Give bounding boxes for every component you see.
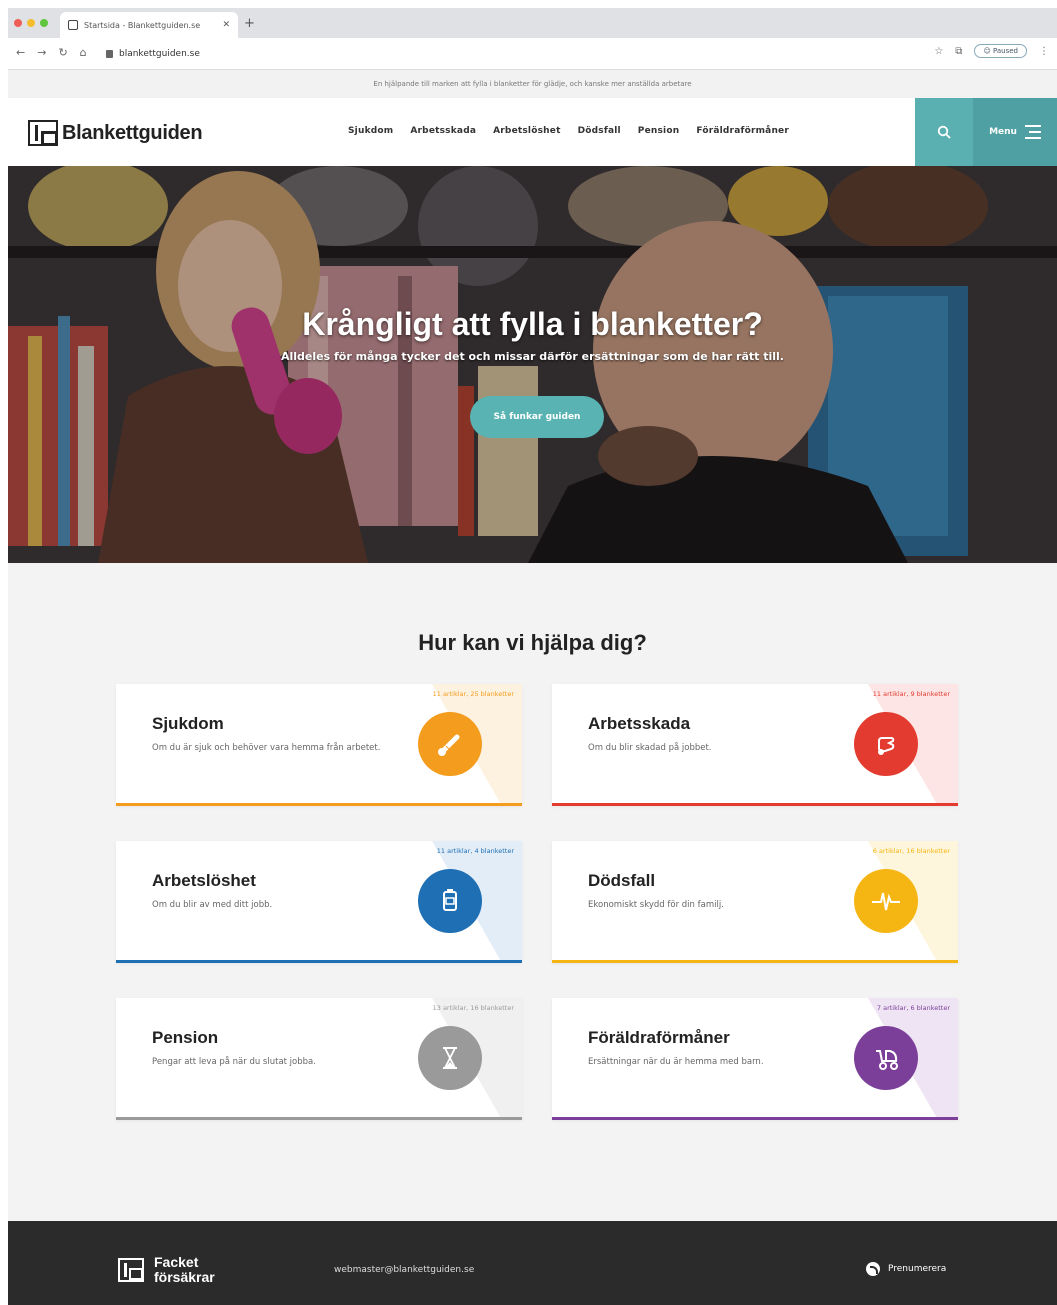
card-accent-bar xyxy=(552,1117,958,1120)
footer-logo-line2: försäkrar xyxy=(154,1269,215,1285)
site-footer: Facket försäkrar webmaster@blankettguide… xyxy=(8,1221,1057,1305)
logo-mark-icon xyxy=(28,120,58,146)
card-accent-bar xyxy=(552,960,958,963)
favicon-icon xyxy=(68,20,78,30)
nav-item-pension[interactable]: Pension xyxy=(638,126,680,136)
home-icon[interactable]: ⌂ xyxy=(80,46,87,59)
browser-menu-icon[interactable]: ⋮ xyxy=(1039,46,1049,57)
notice-banner: En hjälpande till marken att fylla i bla… xyxy=(8,70,1057,98)
browser-nav-buttons: ← → ↻ ⌂ xyxy=(16,46,87,59)
section-title: Hur kan vi hjälpa dig? xyxy=(418,630,647,655)
category-card-sjukdom[interactable]: 11 artiklar, 25 blanketter Sjukdom Om du… xyxy=(116,684,522,806)
category-card-arbetsskada[interactable]: 11 artiklar, 9 blanketter Arbetsskada Om… xyxy=(552,684,958,806)
footer-email-link[interactable]: webmaster@blankettguiden.se xyxy=(334,1265,474,1275)
hero-subtitle: Alldeles för många tycker det och missar… xyxy=(281,350,784,363)
search-button[interactable] xyxy=(915,98,973,166)
toolbar-right: ☆ ⧉ ☺ Paused ⋮ xyxy=(934,44,1049,58)
card-title: Sjukdom xyxy=(152,714,224,733)
menu-button[interactable]: Menu xyxy=(973,98,1057,166)
hamburger-icon xyxy=(1024,125,1041,139)
forward-icon[interactable]: → xyxy=(37,46,46,59)
card-title: Arbetsskada xyxy=(588,714,691,733)
card-description: Pengar att leva på när du slutat jobba. xyxy=(152,1057,316,1067)
stroller-icon xyxy=(854,1026,918,1090)
browser-tab-bar: Startsida - Blankettguiden.se ✕ + xyxy=(8,8,1057,38)
card-description: Ekonomiskt skydd för din familj. xyxy=(588,900,724,910)
category-card-pension[interactable]: 13 artiklar, 16 blanketter Pension Penga… xyxy=(116,998,522,1120)
subscribe-label: Prenumerera xyxy=(888,1264,947,1274)
back-icon[interactable]: ← xyxy=(16,46,25,59)
injured-hand-icon xyxy=(854,712,918,776)
hero-overlay xyxy=(8,166,1057,563)
hero-cta-button[interactable]: Så funkar guiden xyxy=(470,396,604,438)
card-title: Pension xyxy=(152,1028,219,1047)
lock-icon xyxy=(106,50,113,58)
card-meta: 13 artiklar, 16 blanketter xyxy=(432,1004,514,1012)
category-card-dodsfall[interactable]: 6 artiklar, 16 blanketter Dödsfall Ekono… xyxy=(552,841,958,963)
thermometer-icon xyxy=(418,712,482,776)
hero-title: Krångligt att fylla i blanketter? xyxy=(302,306,763,342)
category-card-arbetsloshet[interactable]: 11 artiklar, 4 blanketter Arbetslöshet O… xyxy=(116,841,522,963)
minimize-window-button[interactable] xyxy=(27,19,35,27)
card-description: Om du blir av med ditt jobb. xyxy=(152,900,273,910)
heartbeat-icon xyxy=(854,869,918,933)
close-tab-icon[interactable]: ✕ xyxy=(222,20,230,30)
coffee-cup-icon xyxy=(418,869,482,933)
category-card-foraldraformaner[interactable]: 7 artiklar, 6 blanketter Föräldraförmåne… xyxy=(552,998,958,1120)
footer-logo-text: Facket försäkrar xyxy=(154,1255,215,1285)
window-controls xyxy=(14,19,48,27)
card-accent-bar xyxy=(116,803,522,806)
card-meta: 11 artiklar, 4 blanketter xyxy=(436,847,514,855)
tab-title: Startsida - Blankettguiden.se xyxy=(84,20,201,30)
browser-tab[interactable]: Startsida - Blankettguiden.se ✕ xyxy=(60,12,238,38)
profile-label: Paused xyxy=(992,47,1018,55)
reload-icon[interactable]: ↻ xyxy=(58,46,67,59)
hourglass-icon xyxy=(418,1026,482,1090)
extension-icon[interactable]: ⧉ xyxy=(955,46,962,57)
card-accent-bar xyxy=(116,960,522,963)
new-tab-icon[interactable]: + xyxy=(244,16,255,31)
site-header: Blankettguiden Sjukdom Arbetsskada Arbet… xyxy=(8,98,1057,166)
rss-icon xyxy=(866,1262,880,1276)
card-title: Arbetslöshet xyxy=(152,871,256,890)
card-accent-bar xyxy=(116,1117,522,1120)
card-description: Om du blir skadad på jobbet. xyxy=(588,743,712,753)
card-description: Om du är sjuk och behöver vara hemma frå… xyxy=(152,743,381,753)
search-icon xyxy=(937,125,951,139)
nav-item-sjukdom[interactable]: Sjukdom xyxy=(348,126,393,136)
profile-button[interactable]: ☺ Paused xyxy=(974,44,1027,58)
card-meta: 11 artiklar, 25 blanketter xyxy=(432,690,514,698)
site-logo[interactable]: Blankettguiden xyxy=(28,120,203,146)
browser-toolbar: ← → ↻ ⌂ blankettguiden.se ☆ ⧉ ☺ Paused ⋮ xyxy=(8,38,1057,70)
card-title: Föräldraförmåner xyxy=(588,1028,730,1047)
logo-text: Blankettguiden xyxy=(62,121,203,144)
nav-item-foraldraformaner[interactable]: Föräldraförmåner xyxy=(696,126,789,136)
card-title: Dödsfall xyxy=(588,871,656,890)
nav-item-arbetsskada[interactable]: Arbetsskada xyxy=(410,126,476,136)
footer-logo[interactable]: Facket försäkrar xyxy=(118,1255,215,1285)
browser-window: Startsida - Blankettguiden.se ✕ + ← → ↻ … xyxy=(8,8,1057,1305)
close-window-button[interactable] xyxy=(14,19,22,27)
footer-logo-mark-icon xyxy=(118,1258,144,1282)
url-text: blankettguiden.se xyxy=(119,49,200,59)
menu-label: Menu xyxy=(989,127,1017,137)
nav-item-arbetsloshet[interactable]: Arbetslöshet xyxy=(493,126,560,136)
address-bar[interactable]: blankettguiden.se xyxy=(106,44,906,64)
footer-logo-line1: Facket xyxy=(154,1254,199,1270)
bookmark-star-icon[interactable]: ☆ xyxy=(934,46,943,57)
card-meta: 6 artiklar, 16 blanketter xyxy=(872,847,950,855)
card-meta: 7 artiklar, 6 blanketter xyxy=(876,1004,950,1012)
card-meta: 11 artiklar, 9 blanketter xyxy=(872,690,950,698)
card-description: Ersättningar när du är hemma med barn. xyxy=(588,1057,764,1067)
card-accent-bar xyxy=(552,803,958,806)
subscribe-link[interactable]: Prenumerera xyxy=(866,1262,946,1276)
nav-item-dodsfall[interactable]: Dödsfall xyxy=(578,126,621,136)
hero-banner: Krångligt att fylla i blanketter? Alldel… xyxy=(8,166,1057,563)
maximize-window-button[interactable] xyxy=(40,19,48,27)
main-nav: Sjukdom Arbetsskada Arbetslöshet Dödsfal… xyxy=(348,126,789,136)
